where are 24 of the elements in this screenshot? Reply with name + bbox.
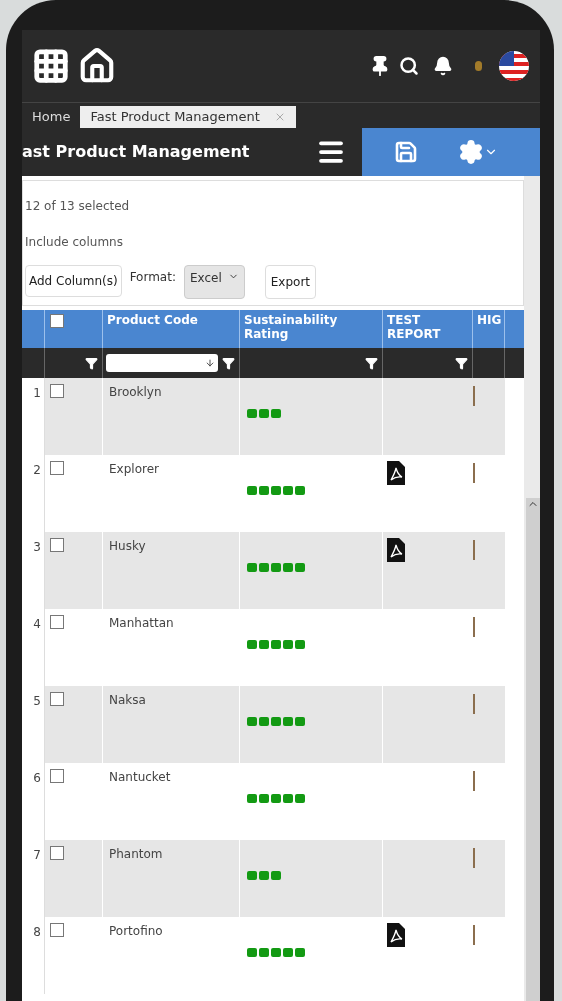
page-title: ast Product Management: [22, 141, 250, 163]
row-number: 1: [33, 385, 41, 402]
format-select[interactable]: Excel: [183, 265, 245, 299]
row-number: 8: [33, 924, 41, 941]
product-code: Phantom: [109, 847, 163, 861]
product-code: Manhattan: [109, 616, 174, 630]
export-button[interactable]: Export: [264, 265, 317, 299]
include-columns-label: Include columns: [25, 234, 124, 251]
tab[interactable]: Fast Product Management: [80, 106, 296, 128]
product-code: Brooklyn: [109, 385, 162, 399]
format-label: Format:: [129, 269, 176, 286]
row-number: 7: [33, 847, 41, 864]
product-code: Husky: [109, 539, 146, 553]
selection-count: 12 of 13 selected: [25, 198, 131, 215]
row-number: 4: [33, 616, 41, 633]
product-code: Naksa: [109, 693, 146, 707]
product-code: Nantucket: [109, 770, 171, 784]
product-code: Explorer: [109, 462, 159, 476]
product-code: Portofino: [109, 924, 163, 938]
row-number: 2: [33, 462, 41, 479]
add-columns-button[interactable]: Add Column(s): [25, 265, 122, 297]
row-number: 6: [33, 770, 41, 787]
row-number: 3: [33, 539, 41, 556]
row-number: 5: [33, 693, 41, 710]
